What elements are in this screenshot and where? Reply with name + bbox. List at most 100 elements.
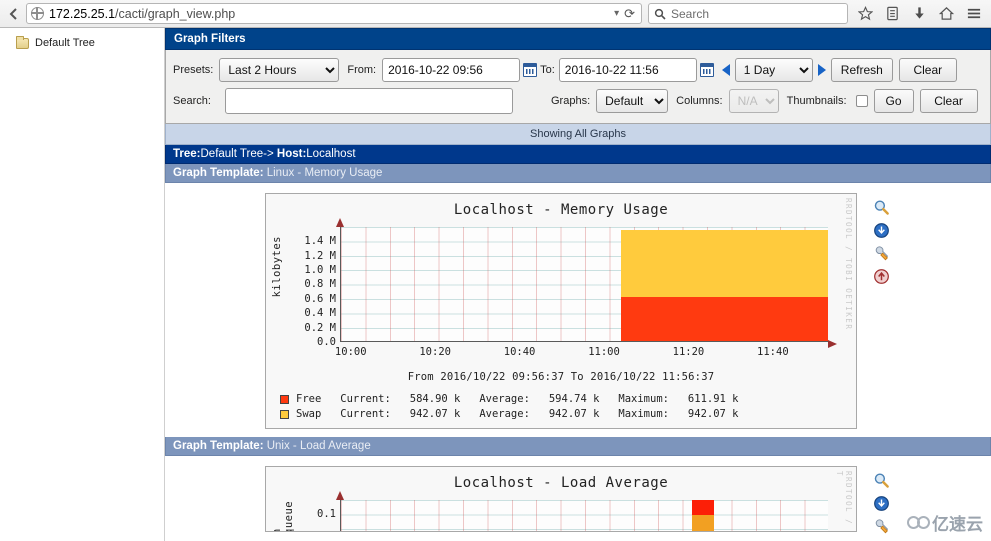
watermark-text: 亿速云 (932, 515, 983, 535)
download-icon[interactable] (873, 222, 890, 239)
legend-row-text: Swap Current: 942.07 k Average: 942.07 k… (296, 408, 739, 420)
search-icon (654, 8, 666, 20)
shift-right-icon[interactable] (817, 64, 826, 76)
zoom-icon[interactable] (873, 199, 890, 216)
globe-icon (30, 6, 44, 20)
sidebar: Default Tree (0, 28, 165, 541)
graph-template-bar-memory[interactable]: Graph Template: Linux - Memory Usage (165, 164, 991, 183)
go-button[interactable]: Go (873, 89, 914, 113)
y-tick: 0.6 M (304, 292, 336, 305)
browser-search-placeholder: Search (671, 6, 710, 21)
tree-key: Tree: (173, 148, 201, 160)
legend-swatch-swap (280, 410, 289, 419)
zoom-icon[interactable] (873, 472, 890, 489)
y-axis-ticks-load: 0.1 (288, 495, 336, 531)
sidebar-item-default-tree[interactable]: Default Tree (16, 35, 164, 49)
folder-icon (16, 35, 29, 49)
graph-title-load: Localhost - Load Average (453, 475, 669, 491)
graph-template-bar-load[interactable]: Graph Template: Unix - Load Average (165, 437, 991, 456)
interval-select[interactable]: 1 Day (734, 58, 813, 82)
refresh-button[interactable]: Refresh (830, 58, 893, 82)
y-tick: 0.4 M (304, 307, 336, 320)
graph-container-memory: Localhost - Memory Usage RRDTOOL / TOBI … (165, 183, 991, 429)
thumbnails-checkbox[interactable] (855, 95, 868, 107)
y-tick: 0.8 M (304, 278, 336, 291)
y-tick: 1.0 M (304, 264, 336, 276)
reload-icon[interactable]: ⟳ (624, 6, 637, 22)
search-input[interactable] (225, 88, 513, 114)
graph-range-text: From 2016/10/22 09:56:37 To 2016/10/22 1… (407, 371, 715, 383)
properties-wrench-icon[interactable] (873, 518, 890, 535)
x-tick: 10:40 (503, 346, 536, 358)
x-tick: 11:20 (672, 346, 705, 358)
presets-select[interactable]: Last 2 Hours (219, 58, 340, 82)
to-date-input[interactable] (558, 58, 697, 82)
graph-filters-header: Graph Filters (165, 28, 991, 50)
calendar-icon-to[interactable] (699, 63, 714, 77)
chevron-down-icon[interactable]: ▾ (609, 8, 624, 19)
showing-all-graphs-bar: Showing All Graphs (165, 124, 991, 145)
legend-row: Free Current: 584.90 k Average: 594.74 k… (280, 392, 856, 407)
filters-row-dates: Presets: Last 2 Hours From: To: 1 Day Re… (166, 55, 990, 85)
page-top-icon[interactable] (873, 268, 890, 285)
clear-button-top[interactable]: Clear (898, 58, 957, 82)
downloads-icon[interactable] (906, 2, 933, 26)
page-body: Default Tree Graph Filters Presets: Last… (0, 28, 991, 541)
tree-value: Default Tree-> (200, 148, 277, 160)
template-name: Unix - Load Average (266, 440, 371, 452)
x-tick: 11:00 (588, 346, 620, 358)
columns-select[interactable]: N/A (728, 89, 779, 113)
library-icon[interactable] (879, 2, 906, 26)
x-tick: 10:20 (419, 346, 451, 358)
x-axis-ticks-memory: 10:00 10:20 10:40 11:00 11:20 11:40 (335, 346, 828, 360)
sidebar-item-label: Default Tree (35, 37, 95, 49)
graphs-label: Graphs: (551, 95, 591, 107)
y-tick: 0.1 (317, 508, 336, 520)
calendar-icon-from[interactable] (523, 63, 538, 77)
thumbnails-label: Thumbnails: (786, 95, 847, 107)
plot-area-memory: kilobytes 0.0 0.2 M 0.4 M 0.6 M 0.8 M 1.… (266, 218, 856, 358)
to-label: To: (540, 64, 555, 76)
template-key: Graph Template: (173, 167, 264, 179)
browser-search-box[interactable]: Search (648, 3, 848, 24)
browser-tool-icons (852, 2, 987, 26)
back-forward-control[interactable] (4, 3, 26, 25)
graph-actions-memory (864, 193, 898, 429)
properties-wrench-icon[interactable] (873, 245, 890, 262)
x-tick: 11:40 (757, 346, 789, 358)
search-label: Search: (173, 95, 211, 107)
clear-button-bottom[interactable]: Clear (919, 89, 978, 113)
rrd-graph-memory[interactable]: Localhost - Memory Usage RRDTOOL / TOBI … (265, 193, 857, 429)
x-tick: 10:00 (334, 346, 367, 358)
graph-left-spacer (165, 193, 265, 429)
page-watermark: 亿速云 (907, 510, 983, 535)
back-arrow-icon (9, 7, 17, 20)
browser-toolbar: 172.25.25.1/cacti/graph_view.php ▾ ⟳ Sea… (0, 0, 991, 28)
graph-title-memory: Localhost - Memory Usage (453, 202, 669, 218)
from-date-input[interactable] (382, 58, 521, 82)
host-value: Localhost (306, 148, 356, 160)
main-content: Graph Filters Presets: Last 2 Hours From… (165, 28, 991, 541)
tree-host-bar[interactable]: Tree:Default Tree-> Host:Localhost (165, 145, 991, 164)
url-host: 172.25.25.1 (49, 6, 116, 21)
menu-icon[interactable] (960, 2, 987, 26)
graphs-select[interactable]: Default (596, 89, 669, 113)
url-path: /cacti/graph_view.php (115, 6, 236, 21)
series-free (621, 296, 828, 341)
host-key: Host: (276, 148, 307, 160)
url-text: 172.25.25.1/cacti/graph_view.php (49, 7, 609, 21)
legend-row-text: Free Current: 584.90 k Average: 594.74 k… (296, 393, 739, 405)
y-tick: 0.2 M (304, 321, 336, 334)
graph-legend-memory: Free Current: 584.90 k Average: 594.74 k… (280, 392, 856, 422)
home-icon[interactable] (933, 2, 960, 26)
address-bar[interactable]: 172.25.25.1/cacti/graph_view.php ▾ ⟳ (26, 3, 642, 24)
template-name: Linux - Memory Usage (266, 167, 383, 179)
y-tick: 0.0 (317, 336, 336, 348)
y-axis-ticks-memory: 0.0 0.2 M 0.4 M 0.6 M 0.8 M 1.0 M 1.2 M … (288, 222, 336, 348)
shift-left-icon[interactable] (721, 64, 730, 76)
plot-area-load: n queue 0.1 (266, 491, 856, 531)
bookmark-star-icon[interactable] (852, 2, 879, 26)
download-icon[interactable] (873, 495, 890, 512)
rrd-graph-load[interactable]: Localhost - Load Average RRDTOOL / T n q… (265, 466, 857, 532)
legend-row: Swap Current: 942.07 k Average: 942.07 k… (280, 407, 856, 422)
